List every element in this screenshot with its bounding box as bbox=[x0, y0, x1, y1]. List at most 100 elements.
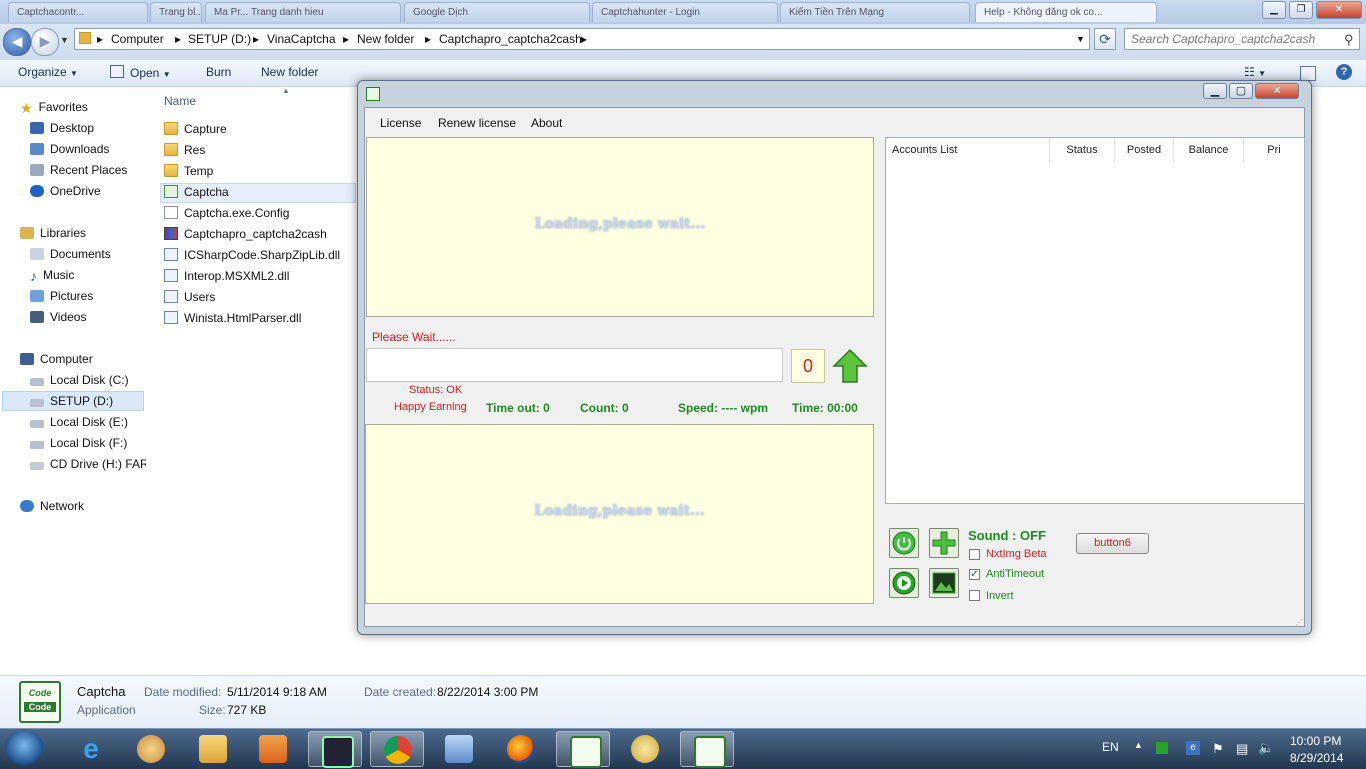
nav-local-disk-f[interactable]: Local Disk (F:) bbox=[30, 433, 127, 453]
file-row[interactable]: Interop.MSXML2.dll bbox=[164, 266, 289, 286]
file-row[interactable]: Winista.HtmlParser.dll bbox=[164, 308, 301, 328]
volume-icon[interactable]: 🔈 bbox=[1258, 740, 1274, 756]
preview-pane-icon[interactable] bbox=[1300, 66, 1316, 81]
breadcrumb-sep-icon[interactable]: ▸ bbox=[581, 32, 587, 46]
nav-libraries[interactable]: Libraries bbox=[20, 223, 86, 243]
close-icon[interactable]: ✕ bbox=[1316, 1, 1362, 19]
chevron-down-icon[interactable]: ▼ bbox=[1076, 34, 1085, 44]
breadcrumb-vinacaptcha[interactable]: VinaCaptcha bbox=[267, 32, 336, 46]
breadcrumb-sep-icon[interactable]: ▸ bbox=[97, 32, 103, 46]
tray-ie-icon[interactable]: e bbox=[1186, 741, 1200, 755]
menu-renew-license[interactable]: Renew license bbox=[438, 116, 516, 130]
back-button[interactable]: ◀ bbox=[3, 28, 31, 56]
breadcrumb-sep-icon[interactable]: ▸ bbox=[175, 32, 181, 46]
antitimeout-checkbox[interactable]: ✓ bbox=[969, 569, 980, 580]
taskbar-media-player[interactable] bbox=[246, 731, 300, 767]
resize-grip-icon[interactable]: ⋰ bbox=[1295, 618, 1303, 627]
column-accounts-list[interactable]: Accounts List bbox=[886, 138, 1050, 162]
browser-tab[interactable]: Ma Pr... Trang danh hieu bbox=[205, 2, 401, 22]
nav-desktop[interactable]: Desktop bbox=[30, 118, 94, 138]
menu-about[interactable]: About bbox=[531, 116, 562, 130]
clock-date[interactable]: 8/29/2014 bbox=[1290, 751, 1343, 765]
file-row[interactable]: Captcha.exe.Config bbox=[164, 203, 289, 223]
menu-license[interactable]: License bbox=[380, 116, 421, 130]
column-status[interactable]: Status bbox=[1050, 138, 1115, 162]
column-pri[interactable]: Pri bbox=[1244, 138, 1304, 162]
power-button[interactable] bbox=[889, 528, 919, 558]
taskbar-monitor[interactable] bbox=[308, 731, 362, 768]
new-folder-button[interactable]: New folder bbox=[261, 65, 318, 79]
file-row[interactable]: Temp bbox=[164, 161, 213, 181]
nav-network[interactable]: Network bbox=[20, 496, 84, 516]
refresh-icon[interactable]: ⟳ bbox=[1094, 28, 1116, 50]
nav-cd-drive[interactable]: CD Drive (H:) FAR bbox=[30, 454, 149, 474]
search-icon[interactable]: ⚲ bbox=[1344, 32, 1354, 48]
clock-time[interactable]: 10:00 PM bbox=[1290, 734, 1341, 748]
accounts-list[interactable]: Accounts List Status Posted Balance Pri bbox=[885, 137, 1305, 504]
browser-tab[interactable]: Captchacontr... bbox=[8, 2, 148, 22]
nav-local-disk-e[interactable]: Local Disk (E:) bbox=[30, 412, 128, 432]
browser-tab[interactable]: Captchahunter - Login bbox=[592, 2, 778, 22]
organize-button[interactable]: Organize ▼ bbox=[18, 65, 78, 79]
file-row[interactable]: Users bbox=[164, 287, 215, 307]
nxtimg-beta-checkbox[interactable] bbox=[969, 549, 980, 560]
taskbar-chrome[interactable] bbox=[370, 731, 424, 767]
recent-pages-icon[interactable]: ▼ bbox=[60, 35, 69, 45]
nav-favorites[interactable]: ★ Favorites bbox=[20, 97, 88, 117]
file-row[interactable]: Res bbox=[164, 140, 205, 160]
nav-music[interactable]: ♪ Music bbox=[30, 265, 74, 285]
start-button[interactable] bbox=[4, 731, 44, 767]
view-options-icon[interactable]: ☷ ▼ bbox=[1244, 65, 1266, 79]
nav-pictures[interactable]: Pictures bbox=[30, 286, 93, 306]
tray-app-icon[interactable] bbox=[1156, 742, 1168, 754]
forward-button[interactable]: ▶ bbox=[31, 28, 59, 56]
column-header-name[interactable]: Name bbox=[164, 94, 196, 108]
taskbar-explorer[interactable] bbox=[186, 731, 240, 767]
image-button[interactable] bbox=[929, 568, 959, 598]
app-maximize-icon[interactable]: ▢ bbox=[1229, 83, 1253, 99]
show-hidden-icons[interactable]: ▲ bbox=[1134, 740, 1143, 750]
app-close-icon[interactable]: ✕ bbox=[1255, 83, 1299, 99]
add-account-button[interactable] bbox=[929, 528, 959, 558]
column-balance[interactable]: Balance bbox=[1174, 138, 1244, 162]
captcha-answer-input[interactable] bbox=[366, 348, 783, 382]
breadcrumb-setup[interactable]: SETUP (D:) bbox=[188, 32, 251, 46]
breadcrumb-sep-icon[interactable]: ▸ bbox=[253, 32, 259, 46]
taskbar-ie[interactable]: e bbox=[64, 731, 118, 767]
burn-button[interactable]: Burn bbox=[206, 65, 231, 79]
address-breadcrumb[interactable]: ▸ Computer ▸ SETUP (D:) ▸ VinaCaptcha ▸ … bbox=[74, 28, 1090, 50]
maximize-icon[interactable]: ❐ bbox=[1289, 1, 1313, 19]
app-minimize-icon[interactable]: ▁ bbox=[1203, 83, 1227, 99]
nav-documents[interactable]: Documents bbox=[30, 244, 111, 264]
browser-tab[interactable]: Google Dịch bbox=[404, 2, 590, 22]
action-center-icon[interactable]: ⚑ bbox=[1212, 741, 1224, 757]
nav-computer[interactable]: Computer bbox=[20, 349, 93, 369]
nav-onedrive[interactable]: OneDrive bbox=[30, 181, 101, 201]
browser-tab-active[interactable]: Help - Không đăng ok co... bbox=[975, 2, 1157, 22]
nav-recent-places[interactable]: Recent Places bbox=[30, 160, 127, 180]
file-row[interactable]: ICSharpCode.SharpZipLib.dll bbox=[164, 245, 340, 265]
file-row[interactable]: Capture bbox=[164, 119, 227, 139]
button6[interactable]: button6 bbox=[1076, 533, 1149, 554]
taskbar-captcha-2[interactable] bbox=[680, 731, 734, 768]
taskbar-firefox[interactable] bbox=[494, 731, 548, 767]
invert-checkbox[interactable] bbox=[969, 590, 980, 601]
taskbar-paint[interactable] bbox=[124, 731, 178, 767]
taskbar-control-panel[interactable] bbox=[432, 731, 486, 767]
sound-toggle[interactable]: Sound : OFF bbox=[968, 528, 1046, 543]
help-icon[interactable]: ? bbox=[1336, 64, 1352, 80]
minimize-icon[interactable]: ▁ bbox=[1262, 1, 1286, 19]
breadcrumb-new-folder[interactable]: New folder bbox=[357, 32, 414, 46]
breadcrumb-captchapro[interactable]: Captchapro_captcha2cash bbox=[439, 32, 582, 46]
breadcrumb-sep-icon[interactable]: ▸ bbox=[343, 32, 349, 46]
submit-arrow-icon[interactable] bbox=[832, 348, 868, 384]
network-tray-icon[interactable]: ▤ bbox=[1236, 741, 1248, 757]
taskbar-chat[interactable] bbox=[618, 731, 672, 767]
nav-local-disk-c[interactable]: Local Disk (C:) bbox=[30, 370, 129, 390]
nav-downloads[interactable]: Downloads bbox=[30, 139, 109, 159]
nav-videos[interactable]: Videos bbox=[30, 307, 86, 327]
browser-tab[interactable]: Trang bl... bbox=[150, 2, 202, 22]
taskbar-captcha[interactable] bbox=[556, 731, 610, 768]
column-posted[interactable]: Posted bbox=[1115, 138, 1174, 162]
nav-setup-d[interactable]: SETUP (D:) bbox=[30, 391, 113, 411]
